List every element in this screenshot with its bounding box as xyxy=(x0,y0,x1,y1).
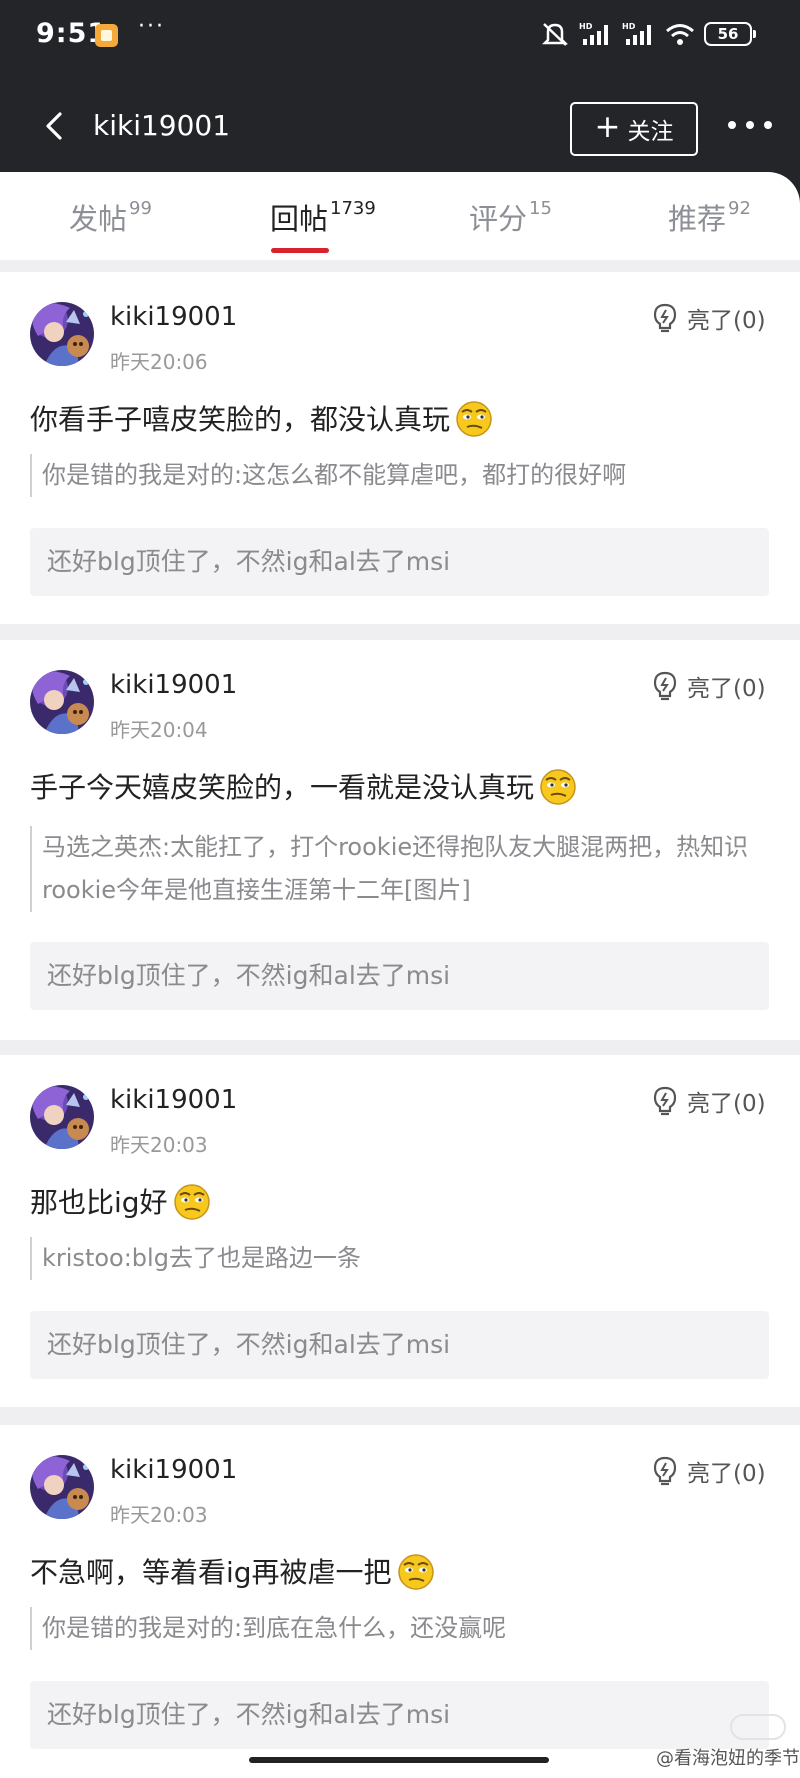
lightbulb-icon xyxy=(652,671,678,701)
smirk-emoji-icon xyxy=(172,1181,212,1221)
quoted-comment: 马选之英杰:太能扛了，打个rookie还得抱队友大腿混两把，热知识rookie今… xyxy=(30,826,760,912)
avatar[interactable] xyxy=(30,670,94,734)
watermark-logo xyxy=(730,1714,786,1740)
notification-app-icon xyxy=(95,24,118,47)
smirk-emoji-icon xyxy=(454,398,494,438)
svg-text:HD: HD xyxy=(622,22,636,31)
tab-replies[interactable]: 回帖 1739 xyxy=(270,196,376,238)
username[interactable]: kiki19001 xyxy=(110,1085,237,1115)
more-notifications-icon: ··· xyxy=(138,14,165,39)
active-tab-indicator xyxy=(271,248,329,253)
back-arrow-icon[interactable] xyxy=(36,106,76,146)
svg-text:HD: HD xyxy=(579,22,593,31)
post-time: 昨天20:03 xyxy=(110,1133,208,1157)
nav-bar: kiki19001 + 关注 xyxy=(0,80,800,174)
reply-card[interactable]: kiki19001 昨天20:06 亮了(0) 你看手子嘻皮笑脸的，都没认真玩 … xyxy=(0,272,800,624)
lightbulb-icon xyxy=(652,1456,678,1486)
post-time: 昨天20:04 xyxy=(110,718,208,742)
follow-label: 关注 xyxy=(627,119,674,145)
like-button[interactable]: 亮了(0) xyxy=(652,1454,766,1488)
quoted-comment: 你是错的我是对的:这怎么都不能算虐吧，都打的很好啊 xyxy=(30,454,760,497)
smirk-emoji-icon xyxy=(538,766,578,806)
wifi-icon xyxy=(666,24,694,45)
reply-card[interactable]: kiki19001 昨天20:04 亮了(0) 手子今天嬉皮笑脸的，一看就是没认… xyxy=(0,640,800,1040)
tab-ratings[interactable]: 评分 15 xyxy=(469,196,552,238)
tab-posts[interactable]: 发帖 99 xyxy=(69,196,152,238)
avatar[interactable] xyxy=(30,1085,94,1149)
reply-text: 你看手子嘻皮笑脸的，都没认真玩 xyxy=(30,398,494,438)
status-icons: HD HD 56 xyxy=(540,20,756,48)
more-options-icon[interactable] xyxy=(728,117,772,133)
follow-button[interactable]: + 关注 xyxy=(570,102,698,156)
status-bar: 9:51 ··· HD HD 56 xyxy=(0,0,800,80)
like-button[interactable]: 亮了(0) xyxy=(652,669,766,703)
signal-hd-icon: HD xyxy=(579,22,608,45)
smirk-emoji-icon xyxy=(396,1551,436,1591)
quoted-comment: 你是错的我是对的:到底在急什么，还没赢呢 xyxy=(30,1607,760,1650)
like-button[interactable]: 亮了(0) xyxy=(652,1084,766,1118)
watermark: @看海泡妞的季节 xyxy=(656,1748,800,1769)
tabs: 发帖 99 回帖 1739 评分 15 推荐 92 xyxy=(0,172,800,260)
home-indicator[interactable] xyxy=(249,1757,549,1763)
reply-text: 那也比ig好 xyxy=(30,1181,212,1221)
reply-text: 不急啊，等着看ig再被虐一把 xyxy=(30,1551,436,1591)
quoted-comment: kristoo:blg去了也是路边一条 xyxy=(30,1237,760,1280)
battery-icon: 56 xyxy=(704,22,756,46)
avatar[interactable] xyxy=(30,1455,94,1519)
tab-recommendations[interactable]: 推荐 92 xyxy=(668,196,751,238)
username[interactable]: kiki19001 xyxy=(110,670,237,700)
lightbulb-icon xyxy=(652,303,678,333)
like-button[interactable]: 亮了(0) xyxy=(652,301,766,335)
original-post-link[interactable]: 还好blg顶住了，不然ig和al去了msi xyxy=(30,1311,769,1379)
plus-icon: + xyxy=(594,109,621,145)
signal-hd-2-icon: HD xyxy=(622,22,651,45)
reply-card[interactable]: kiki19001 昨天20:03 亮了(0) 那也比ig好 kristoo:b… xyxy=(0,1055,800,1407)
post-time: 昨天20:06 xyxy=(110,350,208,374)
reply-text: 手子今天嬉皮笑脸的，一看就是没认真玩 xyxy=(30,766,578,806)
avatar[interactable] xyxy=(30,302,94,366)
lightbulb-icon xyxy=(652,1086,678,1116)
tabs-container: 发帖 99 回帖 1739 评分 15 推荐 92 xyxy=(0,172,800,260)
original-post-link[interactable]: 还好blg顶住了，不然ig和al去了msi xyxy=(30,528,769,596)
reply-card[interactable]: kiki19001 昨天20:03 亮了(0) 不急啊，等着看ig再被虐一把 你… xyxy=(0,1425,800,1778)
username[interactable]: kiki19001 xyxy=(110,1455,237,1485)
profile-title: kiki19001 xyxy=(93,109,231,142)
mute-bell-icon xyxy=(541,23,569,46)
original-post-link[interactable]: 还好blg顶住了，不然ig和al去了msi xyxy=(30,1681,769,1749)
original-post-link[interactable]: 还好blg顶住了，不然ig和al去了msi xyxy=(30,942,769,1010)
post-time: 昨天20:03 xyxy=(110,1503,208,1527)
username[interactable]: kiki19001 xyxy=(110,302,237,332)
